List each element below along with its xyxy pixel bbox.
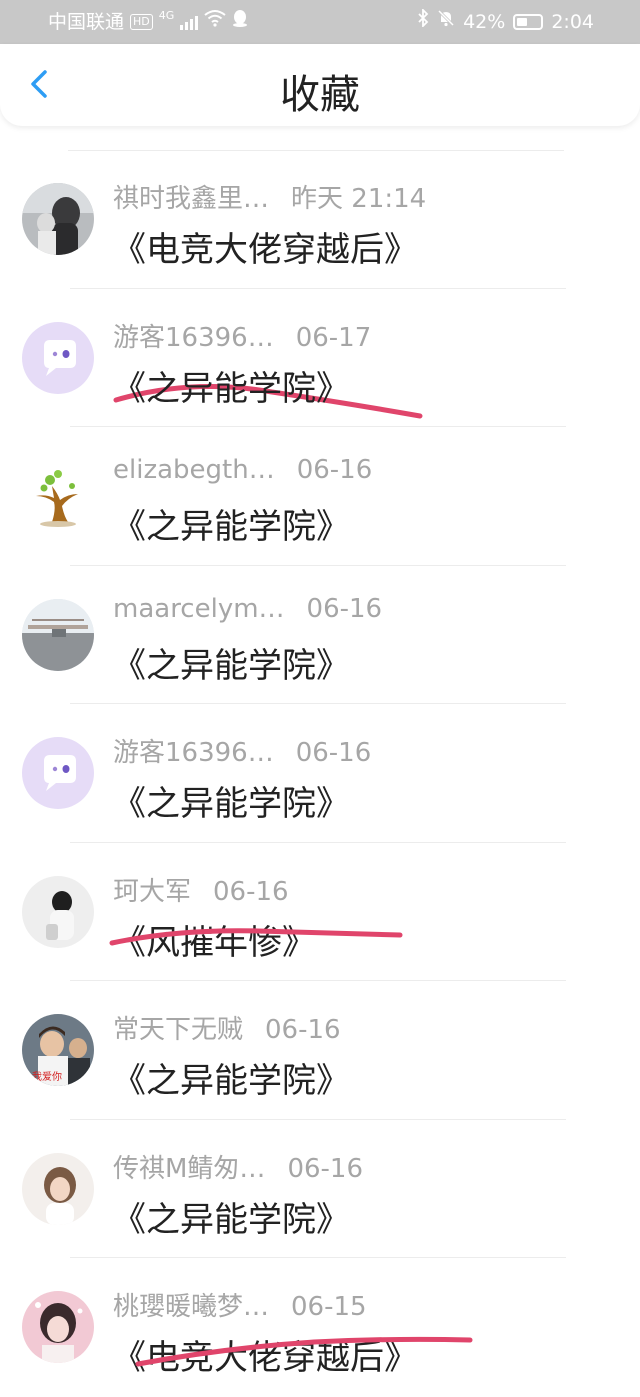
book-title[interactable]: 《之异能学院》 (112, 638, 350, 687)
book-title[interactable]: 《电竞大佬穿越后》 (112, 222, 418, 271)
hd-badge: HD (130, 14, 153, 30)
username[interactable]: 珂大军 (113, 877, 191, 907)
username[interactable]: 游客16396… (113, 738, 274, 768)
bluetooth-icon (417, 0, 429, 44)
favorites-list: 祺时我鑫里… 昨天 21:14 《电竞大佬穿越后》 游客16396… 06-17 《… (0, 150, 640, 1397)
list-item[interactable]: 传祺M鲭匆… 06-16 《之异能学院》 (0, 1120, 640, 1258)
book-title[interactable]: 《电竞大佬穿越后》 (112, 1330, 418, 1379)
page-title: 收藏 (280, 72, 360, 118)
username[interactable]: 祺时我鑫里… (113, 184, 269, 214)
book-title[interactable]: 《之异能学院》 (112, 1053, 350, 1102)
svg-text:我爱你: 我爱你 (32, 1070, 62, 1083)
wifi-icon (204, 0, 226, 44)
avatar[interactable] (22, 875, 94, 948)
avatar[interactable] (22, 1291, 94, 1363)
timestamp: 06-16 (296, 455, 373, 485)
list-item[interactable]: 我爱你 常天下无贼 06-16 《之异能学院》 (0, 981, 640, 1120)
book-title[interactable]: 《之异能学院》 (112, 776, 350, 825)
list-item[interactable]: 游客16396… 06-16 《之异能学院》 (0, 704, 640, 843)
qq-icon (232, 0, 248, 44)
carrier-label: 中国联通 (48, 11, 125, 33)
status-bar: 中国联通 HD 4G 42% 2:04 (0, 0, 640, 44)
book-title[interactable]: 《之异能学院》 (112, 1192, 350, 1241)
book-title[interactable]: 《之异能学院》 (112, 361, 350, 410)
mute-bell-icon (437, 0, 455, 44)
timestamp: 06-15 (291, 1292, 367, 1322)
username[interactable]: maarcelym… (113, 594, 285, 624)
username[interactable]: 桃瓔暖曦梦… (113, 1292, 269, 1322)
battery-percent: 42% (463, 11, 506, 33)
list-item[interactable]: 游客16396… 06-17 《之异能学院》 (0, 289, 640, 427)
username[interactable]: 常天下无贼 (113, 1015, 243, 1045)
list-item[interactable]: 珂大军 06-16 《风摧年惨》 (0, 843, 640, 981)
list-item[interactable]: elizabegth… 06-16 《之异能学院》 (0, 427, 640, 566)
battery-icon (513, 14, 544, 30)
network-type: 4G (158, 9, 175, 22)
signal-icon (180, 14, 199, 30)
username[interactable]: 游客16396… (113, 323, 274, 353)
list-item[interactable]: 祺时我鑫里… 昨天 21:14 《电竞大佬穿越后》 (0, 150, 640, 419)
timestamp: 06-17 (295, 322, 372, 353)
book-title[interactable]: 《风摧年惨》 (112, 915, 316, 964)
timestamp: 昨天 21:14 (291, 184, 427, 214)
avatar[interactable] (22, 460, 94, 532)
list-item[interactable]: 桃瓔暖曦梦… 06-15 《电竞大佬穿越后》 (0, 1258, 640, 1397)
username[interactable]: elizabegth… (113, 455, 275, 485)
timestamp: 06-16 (295, 738, 372, 768)
username[interactable]: 传祺M鲭匆… (113, 1154, 265, 1184)
avatar[interactable] (22, 183, 94, 255)
avatar[interactable]: 我爱你 (22, 1014, 94, 1086)
avatar[interactable] (22, 737, 94, 809)
timestamp: 06-16 (265, 1015, 341, 1045)
avatar[interactable] (22, 1152, 94, 1225)
list-item[interactable]: maarcelym… 06-16 《之异能学院》 (0, 566, 640, 704)
timestamp: 06-16 (287, 1153, 363, 1184)
avatar[interactable] (22, 598, 94, 671)
nav-header: 收藏 (0, 44, 640, 126)
timestamp: 06-16 (306, 593, 383, 624)
timestamp: 06-16 (213, 876, 289, 907)
clock: 2:04 (551, 11, 594, 33)
avatar[interactable] (22, 321, 94, 394)
book-title[interactable]: 《之异能学院》 (112, 499, 350, 548)
